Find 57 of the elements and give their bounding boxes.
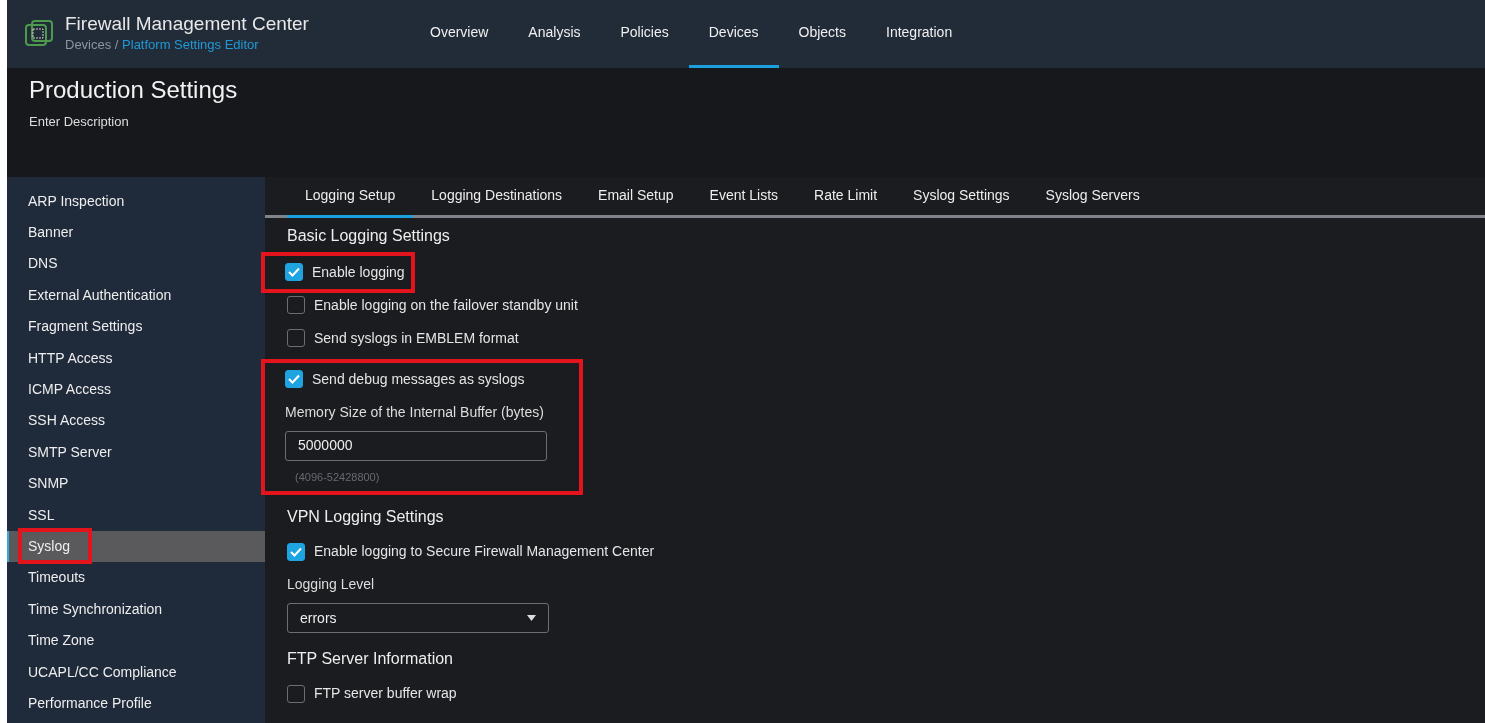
checkbox-label: Enable logging to Secure Firewall Management Center [314, 542, 655, 561]
tab[interactable]: Logging Destinations [413, 176, 581, 218]
product-title: Firewall Management Center [65, 13, 309, 35]
section-heading: Basic Logging Settings [287, 225, 451, 246]
checkbox[interactable] [285, 370, 303, 388]
section-heading: VPN Logging Settings [287, 507, 445, 527]
input-hint: (4096-52428800) [295, 469, 381, 485]
sidebar-item[interactable]: Performance Profile [7, 687, 265, 720]
checkbox-label: Enable logging [312, 262, 405, 282]
tab[interactable]: Rate Limit [796, 176, 896, 218]
sidebar-item[interactable]: SNMP [7, 468, 265, 500]
sidebar-item[interactable]: UCAPL/CC Compliance [7, 656, 265, 688]
tab[interactable]: Syslog Settings [895, 176, 1028, 218]
checkbox-label: FTP server buffer wrap [314, 684, 457, 703]
field-label: Logging Level [287, 575, 376, 594]
tab[interactable]: Logging Setup [287, 176, 414, 218]
sidebar-item[interactable]: ICMP Access [7, 373, 265, 406]
checkbox[interactable] [287, 296, 305, 314]
sidebar-item[interactable]: Banner [7, 216, 265, 249]
sidebar-item[interactable]: SSL [7, 499, 265, 531]
breadcrumb: Devices / Platform Settings Editor [65, 35, 260, 54]
page-description: Enter Description [28, 113, 130, 131]
tab[interactable]: Email Setup [580, 176, 692, 218]
checkbox-label: Enable logging on the failover standby unit [314, 295, 578, 315]
sidebar-item[interactable]: ARP Inspection [7, 185, 265, 217]
checkbox-label: Send debug messages as syslogs [312, 369, 525, 389]
sidebar-item[interactable]: Timeouts [7, 562, 265, 594]
page-title: Production Settings [28, 75, 239, 105]
sidebar-item[interactable]: SMTP Server [7, 436, 265, 468]
sidebar-item[interactable]: SSH Access [7, 405, 265, 437]
tab[interactable]: Syslog Servers [1027, 176, 1158, 218]
breadcrumb-link[interactable]: Platform Settings Editor [122, 36, 259, 52]
logo-icon [25, 20, 53, 48]
checkbox[interactable] [287, 542, 305, 561]
nav-tab[interactable]: Objects [778, 0, 866, 68]
nav-tab[interactable]: Overview [410, 0, 509, 68]
caret-icon [527, 615, 536, 621]
nav-tab[interactable]: Devices [688, 0, 779, 68]
nav-tab[interactable]: Integration [866, 0, 973, 68]
tab[interactable]: Event Lists [691, 176, 797, 218]
checkbox[interactable] [287, 329, 305, 347]
dropdown[interactable]: errors [287, 603, 549, 633]
sidebar-item[interactable]: HTTP Access [7, 342, 265, 374]
sidebar-item[interactable]: Time Synchronization [7, 593, 265, 625]
nav-tab[interactable]: Policies [600, 0, 689, 68]
sidebar-item[interactable]: Fragment Settings [7, 311, 265, 343]
checkbox[interactable] [287, 684, 305, 703]
sidebar-item[interactable]: DNS [7, 248, 265, 280]
sidebar-item[interactable]: Time Zone [7, 624, 265, 657]
section-heading: FTP Server Information [287, 649, 454, 669]
checkbox[interactable] [285, 263, 303, 281]
checkbox-label: Send syslogs in EMBLEM format [314, 328, 519, 348]
field-label: Memory Size of the Internal Buffer (bytes) [285, 402, 545, 422]
sidebar-item[interactable]: External Authentication [7, 279, 265, 312]
input-field[interactable]: 5000000 [285, 430, 547, 461]
sidebar-item[interactable]: Syslog [7, 530, 265, 563]
nav-tab[interactable]: Analysis [508, 0, 601, 68]
